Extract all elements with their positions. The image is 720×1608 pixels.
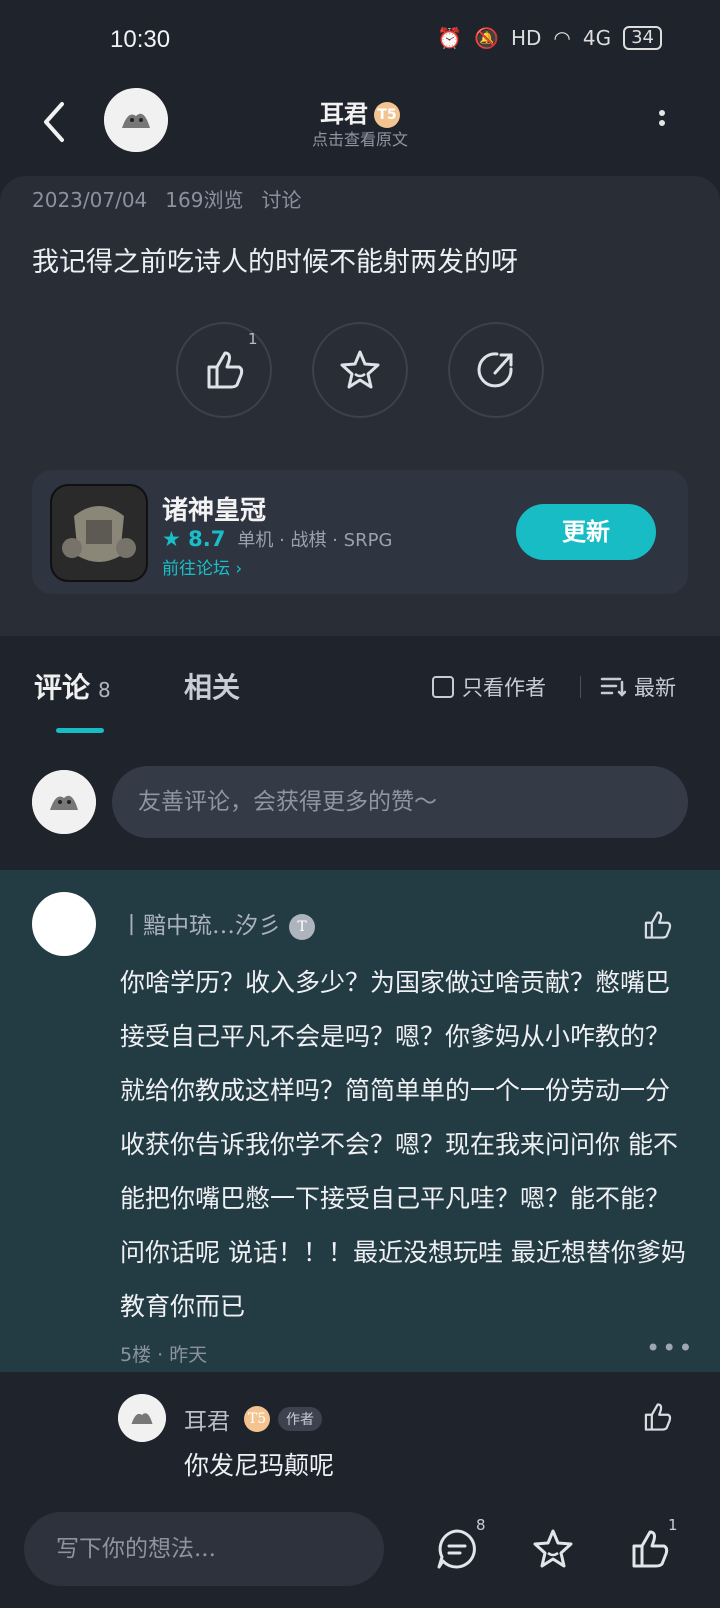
post-like-count: 1 [248, 330, 258, 348]
star-icon [340, 350, 380, 389]
game-tags: 单机 · 战棋 · SRPG [237, 530, 393, 551]
author-tag: 作者 [278, 1407, 322, 1431]
game-icon[interactable] [50, 484, 148, 582]
chevron-right-icon: › [230, 559, 243, 579]
like-button[interactable] [176, 322, 272, 418]
status-time: 10:30 [110, 26, 171, 53]
signal-icon: 4G [582, 26, 612, 50]
comment-more-button[interactable]: ••• [646, 1334, 694, 1362]
active-tab-indicator [56, 728, 104, 733]
commenter-avatar[interactable] [32, 892, 96, 956]
star-icon [533, 1529, 573, 1568]
reply-avatar[interactable] [118, 1394, 166, 1442]
game-name[interactable]: 诸神皇冠 [162, 490, 266, 527]
sort-icon [600, 677, 626, 697]
bottom-favorite-button[interactable] [526, 1522, 580, 1576]
bottom-comment-count: 8 [476, 1516, 486, 1534]
level-badge: T5 [374, 102, 400, 128]
level-badge: T5 [244, 1406, 270, 1432]
author-name[interactable]: 耳君 T5 [0, 94, 720, 129]
favorite-button[interactable] [312, 322, 408, 418]
tab-comments[interactable]: 评论 8 [34, 666, 111, 706]
thumbs-up-icon [207, 351, 244, 389]
game-rating: ★ 8.7 单机 · 战棋 · SRPG [162, 526, 392, 552]
rating-score: ★ 8.7 [162, 527, 226, 551]
share-button[interactable] [448, 322, 544, 418]
update-button[interactable]: 更新 [516, 504, 656, 560]
bottom-comment-input[interactable]: 写下你的想法... [24, 1512, 384, 1586]
wifi-icon: ◠ [553, 26, 571, 50]
sort-button[interactable]: 最新 [600, 672, 676, 702]
my-avatar [32, 770, 96, 834]
battery-icon: 34 [623, 26, 662, 50]
checkbox-icon[interactable] [432, 676, 454, 698]
mute-icon: 🔕 [474, 26, 499, 50]
comment-body: 你啥学历？收入多少？为国家做过啥贡献？憋嘴巴接受自己平凡不会是吗？嗯？你爹妈从小… [120, 968, 686, 1321]
post-content: 我记得之前吃诗人的时候不能射两发的呀 [32, 247, 518, 278]
thumbs-up-icon [644, 1403, 672, 1431]
post-views: 169浏览 [165, 188, 244, 212]
level-badge: T [289, 914, 315, 940]
bottom-like-count: 1 [668, 1516, 678, 1534]
thumbs-up-icon [644, 911, 672, 939]
author-name-text: 耳君 [320, 100, 368, 128]
comment-floor-time: 5楼 · 昨天 [120, 1344, 208, 1366]
share-icon [477, 352, 513, 388]
reply-body: 你发尼玛颠呢 [184, 1451, 335, 1480]
commenter-name[interactable]: 丨黯中琉…汐彡 T [120, 906, 315, 940]
reply-like-button[interactable] [640, 1400, 674, 1438]
divider [580, 676, 581, 698]
forum-link[interactable]: 前往论坛 › [162, 554, 242, 579]
comments-count: 8 [98, 678, 111, 702]
thumbs-up-icon [632, 1530, 669, 1568]
view-original-link[interactable]: 点击查看原文 [0, 126, 720, 150]
reply-user[interactable]: 耳君 T5 作者 [184, 1402, 322, 1436]
status-icons: ⏰ 🔕 HD ◠ 4G 34 [437, 26, 662, 50]
comment-like-button[interactable] [640, 908, 674, 946]
comment-input[interactable] [112, 766, 688, 838]
rating-star-icon: ★ [162, 527, 189, 551]
post-meta: 2023/07/04 169浏览 讨论 [32, 184, 319, 213]
author-only-toggle[interactable]: 只看作者 [432, 672, 546, 702]
post-category[interactable]: 讨论 [261, 188, 301, 212]
tab-related[interactable]: 相关 [184, 666, 240, 706]
comment-bubble-icon [437, 1529, 476, 1569]
hd-icon: HD [510, 26, 542, 50]
post-date: 2023/07/04 [32, 188, 148, 212]
alarm-icon: ⏰ [437, 26, 463, 50]
more-menu-button[interactable] [652, 106, 672, 136]
